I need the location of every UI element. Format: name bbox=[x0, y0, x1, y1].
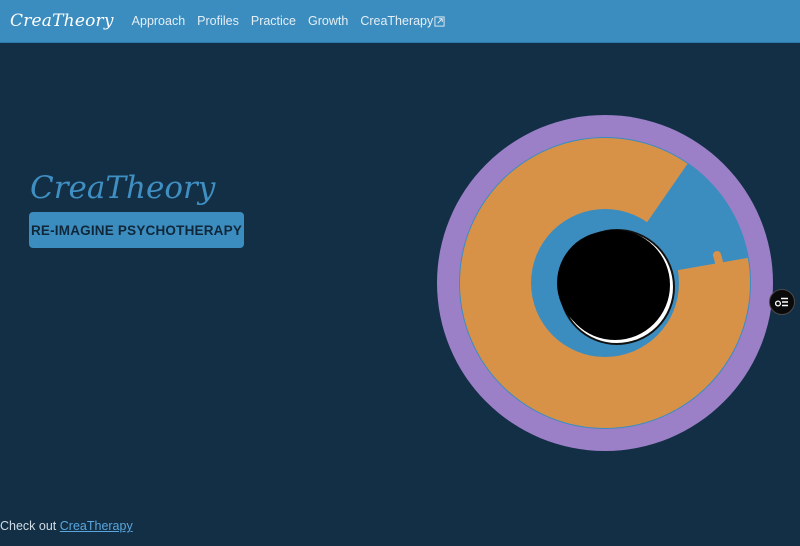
nav-link-approach[interactable]: Approach bbox=[132, 14, 186, 28]
hero-title: CreaTheory bbox=[30, 170, 216, 206]
black-core-cover bbox=[557, 231, 661, 335]
reimagine-psychotherapy-button[interactable]: RE-IMAGINE PSYCHOTHERAPY bbox=[29, 212, 244, 248]
creatheory-logo-graphic bbox=[437, 115, 773, 451]
footer-prefix: Check out bbox=[0, 519, 57, 533]
footer-creatherapy-link[interactable]: CreaTherapy bbox=[60, 519, 133, 533]
nav-link-practice[interactable]: Practice bbox=[251, 14, 296, 28]
nav-link-creatherapy-label: CreaTherapy bbox=[360, 14, 434, 28]
nav-link-creatherapy[interactable]: CreaTherapy bbox=[360, 14, 445, 28]
brand-logo-link[interactable]: CreaTheory bbox=[10, 11, 114, 31]
menu-list-icon bbox=[775, 297, 788, 307]
side-menu-toggle-button[interactable] bbox=[769, 289, 795, 315]
nav-link-growth[interactable]: Growth bbox=[308, 14, 348, 28]
logo-svg bbox=[437, 115, 773, 451]
footer-text: Check out CreaTherapy bbox=[0, 519, 133, 533]
nav-links: Approach Profiles Practice Growth CreaTh… bbox=[132, 14, 458, 28]
external-link-icon bbox=[434, 15, 445, 27]
top-navbar: CreaTheory Approach Profiles Practice Gr… bbox=[0, 0, 800, 43]
nav-link-profiles[interactable]: Profiles bbox=[197, 14, 239, 28]
